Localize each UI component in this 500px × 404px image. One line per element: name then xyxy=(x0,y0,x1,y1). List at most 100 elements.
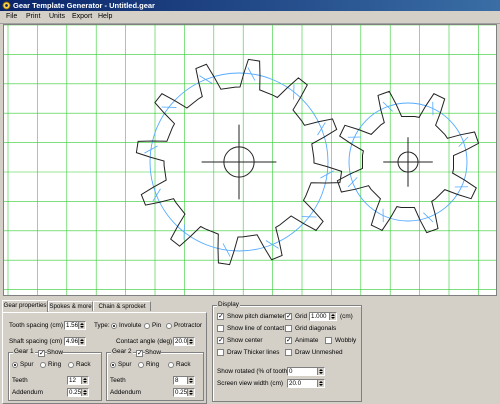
animate-checkbox[interactable]: ✓ xyxy=(285,337,292,344)
type-pin-radio[interactable] xyxy=(144,323,150,329)
gear2-spur-radio[interactable] xyxy=(110,362,116,368)
gear1-teeth-label: Teeth xyxy=(12,377,28,384)
show-rotated-input[interactable]: 0 xyxy=(287,367,325,376)
gear2-teeth-spinner[interactable] xyxy=(187,377,194,384)
gear1-group: Gear 1 ✓ Show Spur Ring Rack Teeth 12 Ad… xyxy=(8,348,102,401)
gear1-rack-label: Rack xyxy=(76,361,91,368)
gear2-rack-radio[interactable] xyxy=(168,362,174,368)
gear-app-icon xyxy=(2,1,11,10)
grid-diagonals-label: Grid diagonals xyxy=(295,325,337,332)
gear1-spur-radio[interactable] xyxy=(12,362,18,368)
gear2-teeth-input[interactable]: 8 xyxy=(173,376,195,385)
draw-thicker-lines-label: Draw Thicker lines xyxy=(227,349,280,356)
gear2-show-label: Show xyxy=(145,349,161,357)
draw-unmeshed-checkbox[interactable] xyxy=(285,349,292,356)
type-involute-radio[interactable] xyxy=(111,323,117,329)
grid-size-input[interactable]: 1.000 xyxy=(309,312,337,321)
gear1-spur-label: Spur xyxy=(20,361,34,368)
gear-drawing[interactable] xyxy=(4,25,496,295)
menu-units[interactable]: Units xyxy=(49,12,65,22)
window-title: Gear Template Generator - Untitled.gear xyxy=(13,1,155,10)
shaft-spacing-input[interactable]: 4.965 xyxy=(64,337,86,346)
gear1-teeth-spinner[interactable] xyxy=(81,377,88,384)
tooth-spacing-input[interactable]: 1.560 xyxy=(64,321,86,330)
display-title: Display xyxy=(217,301,240,309)
type-label: Type: xyxy=(94,322,110,329)
gear2-addendum-spinner[interactable] xyxy=(187,389,194,396)
tab-gear-properties[interactable]: Gear properties xyxy=(2,300,48,312)
draw-thicker-lines-checkbox[interactable] xyxy=(217,349,224,356)
gear-canvas[interactable] xyxy=(3,24,497,296)
tooth-spacing-spinner[interactable] xyxy=(78,322,85,329)
show-center-checkbox[interactable]: ✓ xyxy=(217,337,224,344)
type-protractor-radio[interactable] xyxy=(166,323,172,329)
wobbly-label: Wobbly xyxy=(335,337,357,344)
screen-view-width-input[interactable]: 20.0 xyxy=(287,379,325,388)
animate-label: Animate xyxy=(295,337,319,344)
gear2-group: Gear 2 ✓ Show Spur Ring Rack Teeth 8 Add… xyxy=(106,348,204,401)
show-rotated-spinner[interactable] xyxy=(317,368,324,375)
menu-export[interactable]: Export xyxy=(72,12,92,22)
type-pin-label: Pin xyxy=(152,322,162,329)
gear2-ring-label: Ring xyxy=(146,361,160,368)
grid-checkbox[interactable]: ✓ xyxy=(285,313,292,320)
gear1-addendum-spinner[interactable] xyxy=(81,389,88,396)
show-rotated-label: Show rotated (% of tooth) xyxy=(217,368,290,375)
gear2-teeth-label: Teeth xyxy=(110,377,126,384)
show-pitch-diameter-checkbox[interactable]: ✓ xyxy=(217,313,224,320)
gear1-show-checkbox[interactable]: ✓ xyxy=(38,350,45,357)
gear2-spur-label: Spur xyxy=(118,361,132,368)
type-involute-label: Involute xyxy=(119,322,142,329)
shaft-spacing-label: Shaft spacing (cm) xyxy=(9,338,63,345)
gear1-ring-radio[interactable] xyxy=(40,362,46,368)
tooth-spacing-label: Tooth spacing (cm) xyxy=(9,322,63,329)
gear2-title: Gear 2 xyxy=(111,348,133,356)
gear1-show-label: Show xyxy=(47,349,63,357)
screen-view-width-spinner[interactable] xyxy=(317,380,324,387)
contact-angle-input[interactable]: 20.00 xyxy=(173,337,195,346)
gear2-contact-tick xyxy=(382,101,393,112)
gear1-title: Gear 1 xyxy=(13,348,35,356)
display-group: Display ✓ Show pitch diameter Show line … xyxy=(212,301,362,402)
screen-view-width-label: Screen view width (cm) xyxy=(217,380,284,387)
show-line-of-contact-checkbox[interactable] xyxy=(217,325,224,332)
grid-label: Grid xyxy=(295,313,308,320)
shaft-spacing-spinner[interactable] xyxy=(78,338,85,345)
grid-unit-label: (cm) xyxy=(340,313,353,320)
draw-unmeshed-label: Draw Unmeshed xyxy=(295,349,343,356)
title-bar: Gear Template Generator - Untitled.gear xyxy=(0,0,500,11)
type-protractor-label: Protractor xyxy=(174,322,203,329)
show-line-of-contact-label: Show line of contact xyxy=(227,325,285,332)
grid-diagonals-checkbox[interactable] xyxy=(285,325,292,332)
gear2-ring-radio[interactable] xyxy=(138,362,144,368)
gear2-contact-tick xyxy=(458,136,469,147)
menu-file[interactable]: File xyxy=(6,12,17,22)
show-pitch-diameter-label: Show pitch diameter xyxy=(227,313,285,320)
grid-size-spinner[interactable] xyxy=(329,313,336,320)
tab-spokes-more[interactable]: Spokes & more xyxy=(48,301,93,311)
settings-panel: Gear properties Spokes & more Chain & sp… xyxy=(0,297,500,404)
show-center-label: Show center xyxy=(227,337,263,344)
gear-properties-page: Tooth spacing (cm) 1.560 Type: Involute … xyxy=(2,312,207,404)
menu-print[interactable]: Print xyxy=(26,12,40,22)
gear1-addendum-input[interactable]: 0.250 xyxy=(67,388,89,397)
contact-angle-spinner[interactable] xyxy=(187,338,194,345)
gear1-contact-tick xyxy=(265,240,279,249)
gear1-rack-radio[interactable] xyxy=(68,362,74,368)
menu-help[interactable]: Help xyxy=(98,12,112,22)
gear2-addendum-label: Addendum xyxy=(110,389,141,396)
gear2-addendum-input[interactable]: 0.250 xyxy=(173,388,195,397)
gear1-contact-tick xyxy=(317,122,326,136)
gear2-rack-label: Rack xyxy=(176,361,191,368)
wobbly-checkbox[interactable] xyxy=(325,337,332,344)
gear1-ring-label: Ring xyxy=(48,361,62,368)
gear2-show-checkbox[interactable]: ✓ xyxy=(136,350,143,357)
gear1-addendum-label: Addendum xyxy=(12,389,43,396)
tab-chain-sprocket[interactable]: Chain & sprocket xyxy=(93,301,151,311)
gear1-teeth-input[interactable]: 12 xyxy=(67,376,89,385)
contact-angle-label: Contact angle (deg) xyxy=(116,338,173,345)
menu-bar: File Print Units Export Help xyxy=(0,11,500,24)
gear2-contact-tick xyxy=(347,177,358,188)
gear2-contact-tick xyxy=(423,212,434,223)
gear1-contact-tick xyxy=(199,75,213,84)
